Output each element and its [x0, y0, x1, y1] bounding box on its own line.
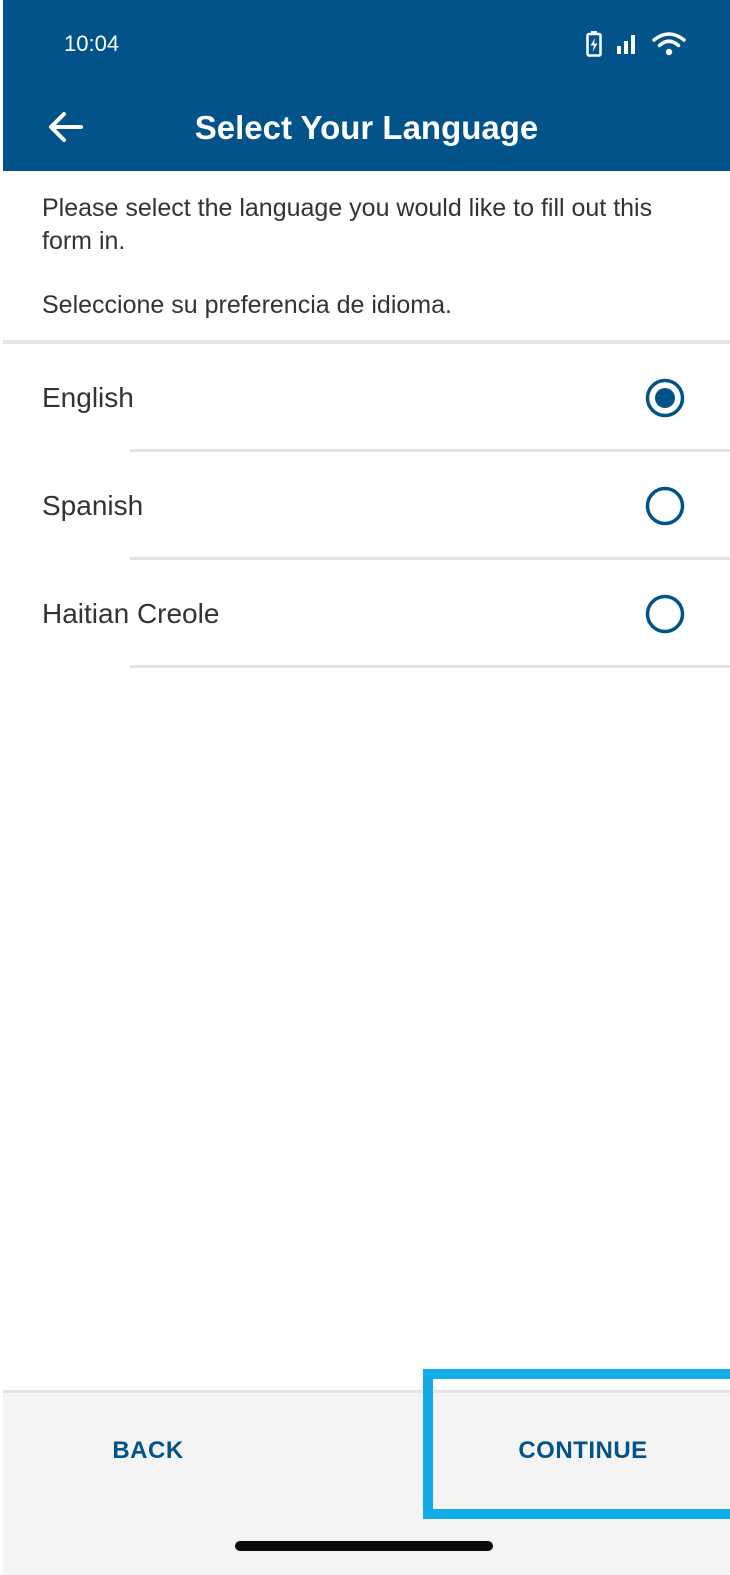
battery-charging-icon [586, 31, 602, 57]
language-option-spanish[interactable]: Spanish [3, 452, 730, 560]
home-indicator[interactable] [235, 1541, 493, 1551]
app-screen: 10:04 Select Your Language Please select… [3, 0, 730, 1575]
page-title: Select Your Language [194, 109, 539, 146]
app-bar: 10:04 Select Your Language [3, 0, 730, 171]
radio-unselected-icon[interactable] [645, 594, 685, 634]
continue-button[interactable]: CONTINUE [503, 1431, 663, 1471]
row-divider [130, 665, 730, 668]
back-button[interactable]: BACK [83, 1431, 213, 1471]
status-icons [586, 28, 686, 60]
intro-text-english: Please select the language you would lik… [42, 194, 653, 255]
radio-selected-icon[interactable] [645, 378, 685, 418]
intro-section: Please select the language you would lik… [3, 171, 730, 341]
language-label: Haitian Creole [42, 598, 220, 629]
language-label: Spanish [42, 490, 144, 521]
intro-text-spanish: Seleccione su preferencia de idioma. [42, 291, 452, 319]
language-option-haitian-creole[interactable]: Haitian Creole [3, 560, 730, 668]
wifi-icon [652, 31, 686, 57]
language-label: English [42, 382, 134, 413]
language-option-english[interactable]: English [3, 344, 730, 452]
radio-unselected-icon[interactable] [645, 486, 685, 526]
status-time: 10:04 [64, 31, 120, 56]
signal-icon [616, 33, 638, 55]
language-list: English Spanish Haitian Creole [3, 344, 730, 668]
